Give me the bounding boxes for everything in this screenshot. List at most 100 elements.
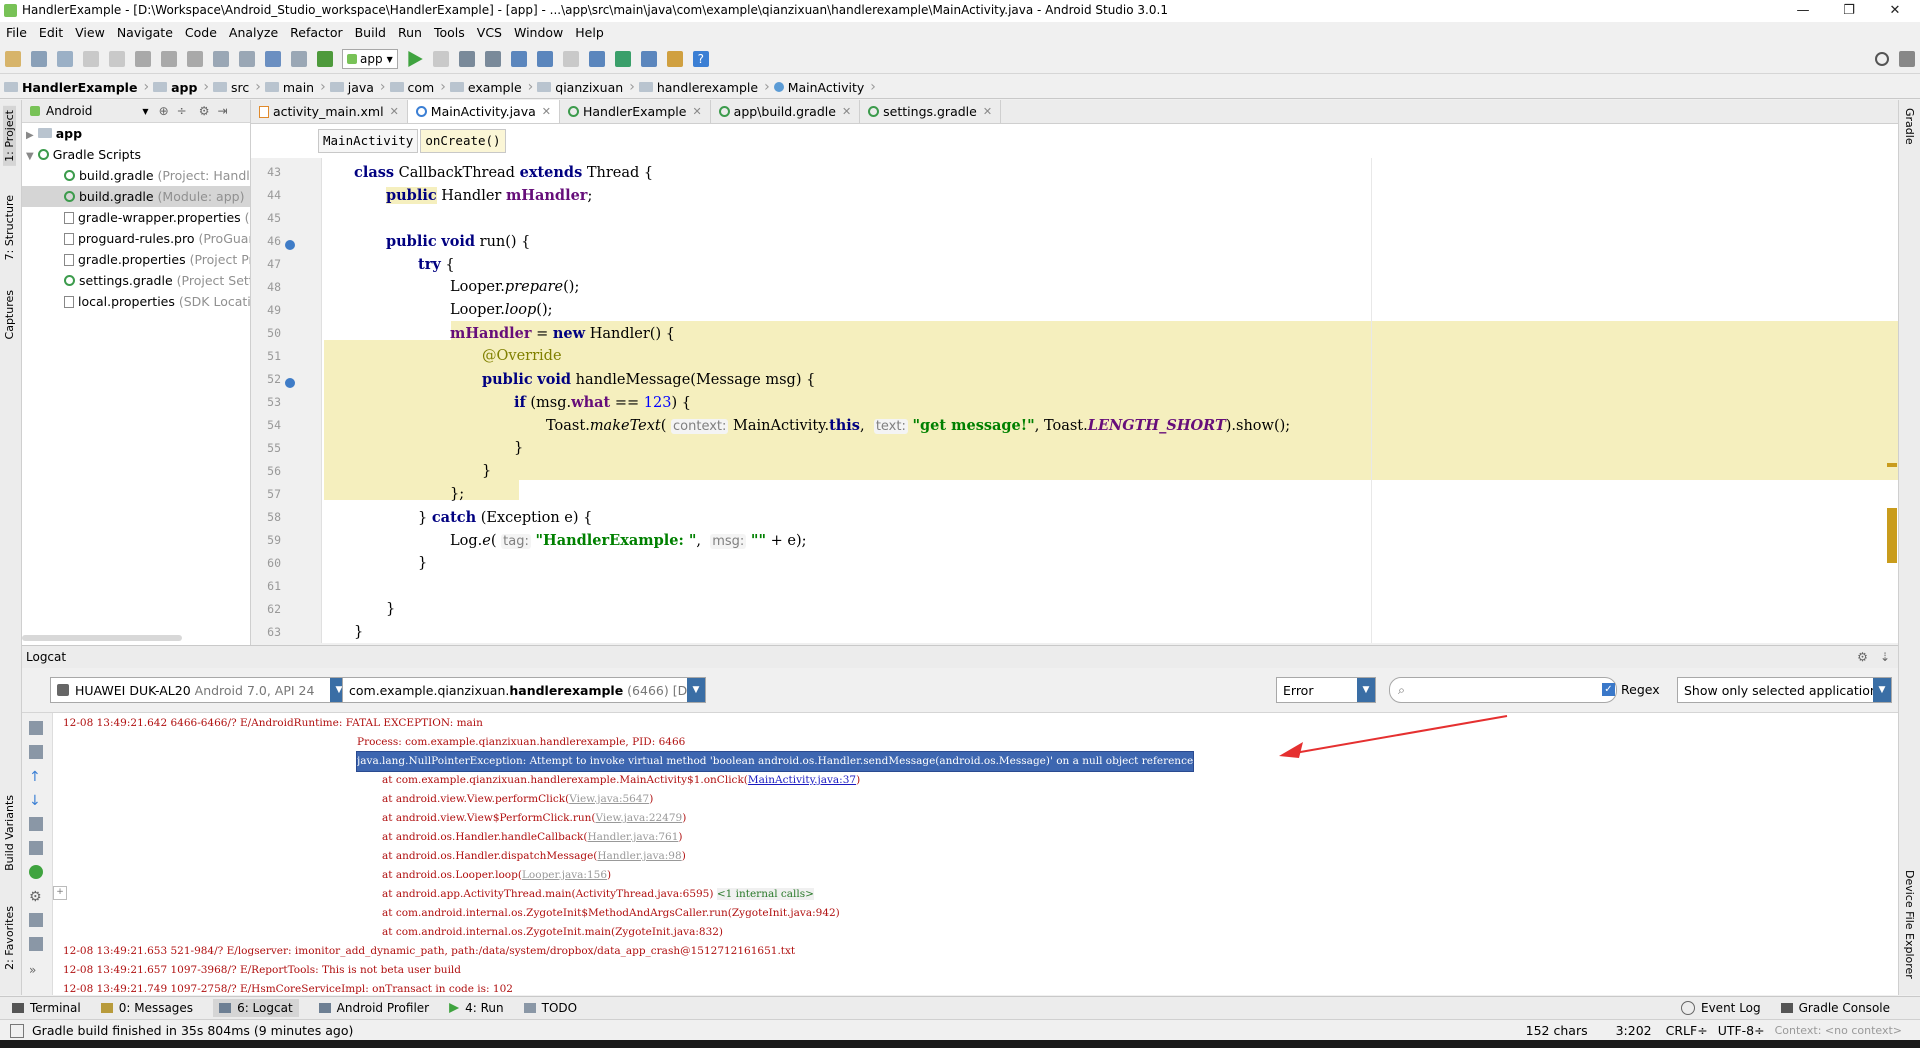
paste-icon[interactable] xyxy=(187,51,203,67)
scroll-marker[interactable] xyxy=(1887,463,1897,467)
close-tab-icon[interactable]: ✕ xyxy=(390,105,399,118)
nav-main[interactable]: main xyxy=(264,80,314,95)
hide-icon[interactable]: ⇥ xyxy=(217,104,227,118)
scroll-marker[interactable] xyxy=(1887,508,1897,563)
internal-calls-fold[interactable]: <1 internal calls> xyxy=(716,888,814,900)
search-everywhere-icon[interactable] xyxy=(1875,52,1889,66)
save-icon[interactable] xyxy=(31,51,47,67)
screenshot-icon[interactable] xyxy=(29,913,43,927)
tree-item-gradle-wrapper[interactable]: gradle-wrapper.properties (G xyxy=(22,207,250,228)
tab-todo[interactable]: TODO xyxy=(523,1001,577,1015)
clear-logcat-icon[interactable] xyxy=(29,721,43,735)
tree-item-gradle-scripts[interactable]: ▼ Gradle Scripts xyxy=(22,144,250,165)
print-icon[interactable] xyxy=(29,841,43,855)
gradle-sync-icon[interactable] xyxy=(614,51,631,67)
tab-event-log[interactable]: Event Log xyxy=(1681,1001,1761,1015)
run-icon[interactable] xyxy=(408,51,423,67)
logcat-search-input[interactable]: ⌕ xyxy=(1389,677,1617,703)
nav-example[interactable]: example xyxy=(449,80,522,95)
apply-changes-icon[interactable] xyxy=(432,51,449,67)
help-icon[interactable]: ? xyxy=(692,51,709,67)
avd-manager-icon[interactable] xyxy=(588,51,605,67)
stacktrace-link[interactable]: Looper.java:156 xyxy=(522,869,607,881)
nav-com[interactable]: com xyxy=(389,80,434,95)
debug-icon[interactable] xyxy=(458,51,475,67)
structure-tool-tab[interactable]: 7: Structure xyxy=(3,195,16,260)
tree-item-settings-gradle[interactable]: settings.gradle (Project Settin xyxy=(22,270,250,291)
up-arrow-icon[interactable]: ↑ xyxy=(29,769,43,785)
nav-java[interactable]: java xyxy=(329,80,374,95)
logcat-output[interactable]: + 12-08 13:49:21.642 6466-6466/? E/Andro… xyxy=(53,713,1898,995)
chevron-down-icon[interactable]: ▼ xyxy=(142,107,148,116)
tree-item-local-properties[interactable]: local.properties (SDK Locatio xyxy=(22,291,250,312)
menu-code[interactable]: Code xyxy=(185,25,217,40)
horizontal-scrollbar[interactable] xyxy=(22,635,182,641)
back-icon[interactable] xyxy=(265,51,281,67)
tab-mainactivity-java[interactable]: MainActivity.java ✕ xyxy=(407,100,560,123)
close-tab-icon[interactable]: ✕ xyxy=(542,105,551,118)
close-tab-icon[interactable]: ✕ xyxy=(692,105,701,118)
regex-checkbox[interactable]: ✓ Regex xyxy=(1602,682,1660,697)
override-marker-icon[interactable] xyxy=(285,378,295,388)
make-project-icon[interactable] xyxy=(317,51,333,67)
tab-messages[interactable]: 0: Messages xyxy=(100,1001,193,1015)
fold-expand-icon[interactable]: + xyxy=(53,886,67,900)
stacktrace-link[interactable]: MainActivity.java:37 xyxy=(748,774,856,786)
menu-help[interactable]: Help xyxy=(575,25,604,40)
gear-icon[interactable]: ⚙ xyxy=(199,104,210,118)
hide-panel-icon[interactable]: ⇣ xyxy=(1880,650,1890,664)
tab-handlerexample[interactable]: HandlerExample ✕ xyxy=(560,100,711,123)
nav-mainactivity[interactable]: MainActivity xyxy=(773,80,864,95)
restart-icon[interactable] xyxy=(29,865,43,879)
nav-src[interactable]: src xyxy=(213,80,249,95)
tab-settings-gradle[interactable]: settings.gradle ✕ xyxy=(860,100,1002,123)
tree-item-build-gradle-module[interactable]: build.gradle (Module: app) xyxy=(22,186,250,207)
code-editor[interactable]: 43 44 45 46 47 48 49 50 51 52 53 54 55 5… xyxy=(251,158,1911,643)
log-line-selected[interactable]: java.lang.NullPointerException: Attempt … xyxy=(355,751,1195,772)
toggle-tool-windows-icon[interactable] xyxy=(10,1023,24,1038)
project-view-select[interactable]: Android xyxy=(46,104,92,118)
menu-edit[interactable]: Edit xyxy=(39,25,63,40)
tab-logcat[interactable]: 6: Logcat xyxy=(213,999,299,1017)
sync-icon[interactable] xyxy=(57,51,73,67)
tab-android-profiler[interactable]: Android Profiler xyxy=(318,1001,429,1015)
gear-icon[interactable]: ⚙ xyxy=(29,889,42,905)
menu-build[interactable]: Build xyxy=(355,25,386,40)
undo-icon[interactable] xyxy=(83,51,99,67)
maximize-button[interactable]: ❐ xyxy=(1826,0,1872,22)
tab-run[interactable]: 4: Run xyxy=(449,1001,504,1015)
open-icon[interactable] xyxy=(5,51,21,67)
nav-app[interactable]: app xyxy=(153,80,197,95)
menu-vcs[interactable]: VCS xyxy=(477,25,502,40)
soft-wrap-icon[interactable] xyxy=(29,817,43,831)
device-monitor-icon[interactable] xyxy=(640,51,657,67)
breadcrumb-class[interactable]: MainActivity xyxy=(318,129,419,153)
stacktrace-link[interactable]: Handler.java:98 xyxy=(597,850,681,862)
close-button[interactable]: ✕ xyxy=(1872,0,1918,22)
target-icon[interactable]: ⊕ xyxy=(159,104,169,118)
tab-activity-main-xml[interactable]: activity_main.xml ✕ xyxy=(251,100,408,123)
menu-run[interactable]: Run xyxy=(398,25,422,40)
menu-view[interactable]: View xyxy=(75,25,105,40)
project-tool-tab[interactable]: 1: Project xyxy=(3,106,16,166)
forward-icon[interactable] xyxy=(291,51,307,67)
nav-handlerexample[interactable]: handlerexample xyxy=(638,80,758,95)
file-encoding[interactable]: UTF-8÷ xyxy=(1718,1023,1765,1038)
gear-icon[interactable]: ⚙ xyxy=(1857,650,1868,664)
gradle-tool-tab[interactable]: Gradle xyxy=(1903,108,1916,145)
device-file-explorer-tab[interactable]: Device File Explorer xyxy=(1903,870,1916,979)
minimize-button[interactable]: — xyxy=(1780,0,1826,22)
filter-select[interactable]: Show only selected application ▼ xyxy=(1677,677,1892,703)
scroll-to-end-icon[interactable] xyxy=(29,745,43,759)
collapse-icon[interactable]: ÷ xyxy=(177,104,187,118)
process-select[interactable]: com.example.qianzixuan. handlerexample (6… xyxy=(342,677,706,703)
nav-project[interactable]: HandlerExample xyxy=(4,80,137,95)
redo-icon[interactable] xyxy=(109,51,125,67)
cut-icon[interactable] xyxy=(135,51,151,67)
menu-window[interactable]: Window xyxy=(514,25,563,40)
tree-item-proguard-rules[interactable]: proguard-rules.pro (ProGuar xyxy=(22,228,250,249)
override-marker-icon[interactable] xyxy=(285,240,295,250)
tab-gradle-console[interactable]: Gradle Console xyxy=(1780,1001,1890,1015)
build-variants-tool-tab[interactable]: Build Variants xyxy=(3,795,16,871)
tree-item-gradle-properties[interactable]: gradle.properties (Project Pr xyxy=(22,249,250,270)
